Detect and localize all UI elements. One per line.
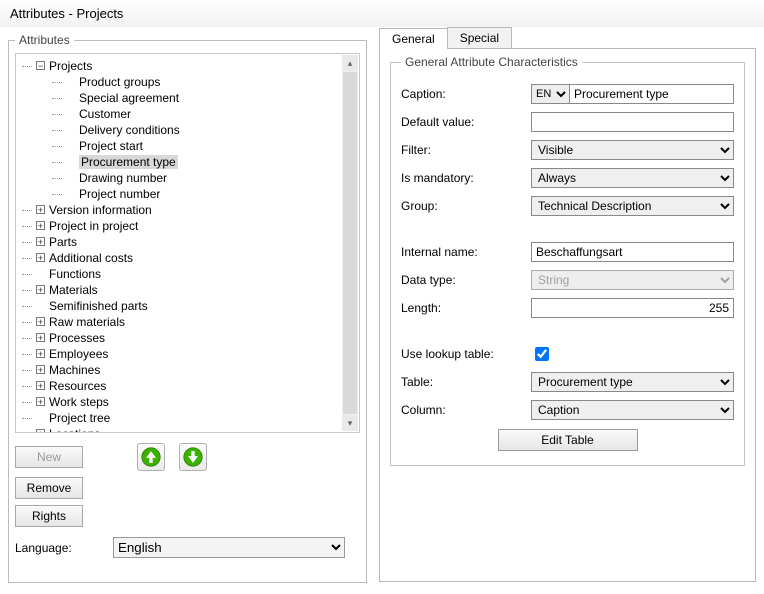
arrow-down-icon bbox=[183, 447, 203, 467]
expand-icon[interactable]: + bbox=[36, 365, 45, 374]
rights-button[interactable]: Rights bbox=[15, 505, 83, 527]
expand-icon[interactable]: + bbox=[36, 429, 45, 432]
datatype-select: String bbox=[531, 270, 734, 290]
content-area: Attributes −Projects Product groups Specia… bbox=[0, 27, 764, 591]
tree-scrollbar[interactable]: ▴ ▾ bbox=[342, 55, 358, 431]
tree-node[interactable]: Semifinished parts bbox=[49, 299, 148, 313]
group-label: Group: bbox=[401, 199, 531, 213]
column-label: Column: bbox=[401, 403, 531, 417]
table-label: Table: bbox=[401, 375, 531, 389]
tab-general[interactable]: General bbox=[379, 28, 448, 49]
expand-icon[interactable]: + bbox=[36, 205, 45, 214]
mandatory-label: Is mandatory: bbox=[401, 171, 531, 185]
left-panel: Attributes −Projects Product groups Specia… bbox=[8, 27, 367, 583]
tree-node[interactable]: Additional costs bbox=[49, 251, 133, 265]
length-input[interactable] bbox=[531, 298, 734, 318]
button-row-2: Remove bbox=[15, 477, 360, 499]
tree-node[interactable]: Functions bbox=[49, 267, 101, 281]
window-title: Attributes - Projects bbox=[0, 0, 764, 27]
language-select[interactable]: English bbox=[113, 537, 345, 558]
tree-node[interactable]: Special agreement bbox=[79, 91, 179, 105]
internal-label: Internal name: bbox=[401, 245, 531, 259]
tree-node[interactable]: Materials bbox=[49, 283, 98, 297]
tree-node[interactable]: Machines bbox=[49, 363, 100, 377]
characteristics-fieldset: General Attribute Characteristics Captio… bbox=[390, 55, 745, 466]
tree-node[interactable]: Procurement type bbox=[79, 155, 178, 169]
expand-icon[interactable]: + bbox=[36, 381, 45, 390]
move-up-button[interactable] bbox=[137, 443, 165, 471]
lookup-label: Use lookup table: bbox=[401, 347, 531, 361]
tree-node[interactable]: Employees bbox=[49, 347, 108, 361]
tree-node[interactable]: Drawing number bbox=[79, 171, 167, 185]
tree-node[interactable]: Locations bbox=[49, 427, 100, 432]
expand-icon[interactable]: + bbox=[36, 349, 45, 358]
right-panel: General Special General Attribute Charac… bbox=[379, 27, 756, 583]
attributes-legend: Attributes bbox=[15, 33, 74, 47]
expand-icon[interactable]: + bbox=[36, 333, 45, 342]
tree-node[interactable]: Parts bbox=[49, 235, 77, 249]
tree-node[interactable]: Resources bbox=[49, 379, 106, 393]
tree-node[interactable]: Work steps bbox=[49, 395, 109, 409]
tree-node[interactable]: Customer bbox=[79, 107, 131, 121]
edit-table-button[interactable]: Edit Table bbox=[498, 429, 638, 451]
filter-label: Filter: bbox=[401, 143, 531, 157]
tree-node[interactable]: Project in project bbox=[49, 219, 138, 233]
tree-node[interactable]: Project number bbox=[79, 187, 160, 201]
attributes-fieldset: Attributes −Projects Product groups Specia… bbox=[8, 33, 367, 583]
tree-node[interactable]: Project tree bbox=[49, 411, 110, 425]
length-label: Length: bbox=[401, 301, 531, 315]
general-panel: General Attribute Characteristics Captio… bbox=[379, 48, 756, 582]
expand-icon[interactable]: + bbox=[36, 221, 45, 230]
internal-input[interactable] bbox=[531, 242, 734, 262]
tab-special[interactable]: Special bbox=[447, 27, 512, 48]
language-row: Language: English bbox=[15, 537, 360, 558]
collapse-icon[interactable]: − bbox=[36, 61, 45, 70]
expand-icon[interactable]: + bbox=[36, 253, 45, 262]
filter-select[interactable]: Visible bbox=[531, 140, 734, 160]
scroll-thumb[interactable] bbox=[343, 72, 357, 414]
group-select[interactable]: Technical Description bbox=[531, 196, 734, 216]
remove-button[interactable]: Remove bbox=[15, 477, 83, 499]
lookup-checkbox[interactable] bbox=[535, 347, 549, 361]
caption-input[interactable] bbox=[569, 84, 734, 104]
tree-node[interactable]: Processes bbox=[49, 331, 105, 345]
button-row-1: New bbox=[15, 443, 360, 471]
button-row-3: Rights bbox=[15, 505, 360, 527]
default-label: Default value: bbox=[401, 115, 531, 129]
new-button[interactable]: New bbox=[15, 446, 83, 468]
datatype-label: Data type: bbox=[401, 273, 531, 287]
mandatory-select[interactable]: Always bbox=[531, 168, 734, 188]
default-input[interactable] bbox=[531, 112, 734, 132]
characteristics-legend: General Attribute Characteristics bbox=[401, 55, 582, 69]
scroll-up-icon[interactable]: ▴ bbox=[342, 55, 358, 71]
tree-node[interactable]: Project start bbox=[79, 139, 143, 153]
tree-node-projects[interactable]: Projects bbox=[49, 59, 92, 73]
column-select[interactable]: Caption bbox=[531, 400, 734, 420]
caption-lang-select[interactable]: EN bbox=[531, 84, 569, 104]
scroll-down-icon[interactable]: ▾ bbox=[342, 415, 358, 431]
tree-node[interactable]: Delivery conditions bbox=[79, 123, 180, 137]
expand-icon[interactable]: + bbox=[36, 285, 45, 294]
attributes-tree[interactable]: −Projects Product groups Special agreement… bbox=[15, 53, 360, 433]
arrow-up-icon bbox=[141, 447, 161, 467]
tree-node[interactable]: Product groups bbox=[79, 75, 160, 89]
caption-label: Caption: bbox=[401, 87, 531, 101]
expand-icon[interactable]: + bbox=[36, 397, 45, 406]
expand-icon[interactable]: + bbox=[36, 317, 45, 326]
tree-node[interactable]: Raw materials bbox=[49, 315, 125, 329]
tree-node[interactable]: Version information bbox=[49, 203, 152, 217]
tree-body: −Projects Product groups Special agreement… bbox=[16, 54, 359, 432]
attributes-window: Attributes - Projects Attributes −Projec… bbox=[0, 0, 764, 594]
expand-icon[interactable]: + bbox=[36, 237, 45, 246]
table-select[interactable]: Procurement type bbox=[531, 372, 734, 392]
language-label: Language: bbox=[15, 541, 103, 555]
move-down-button[interactable] bbox=[179, 443, 207, 471]
tab-bar: General Special bbox=[379, 27, 756, 48]
